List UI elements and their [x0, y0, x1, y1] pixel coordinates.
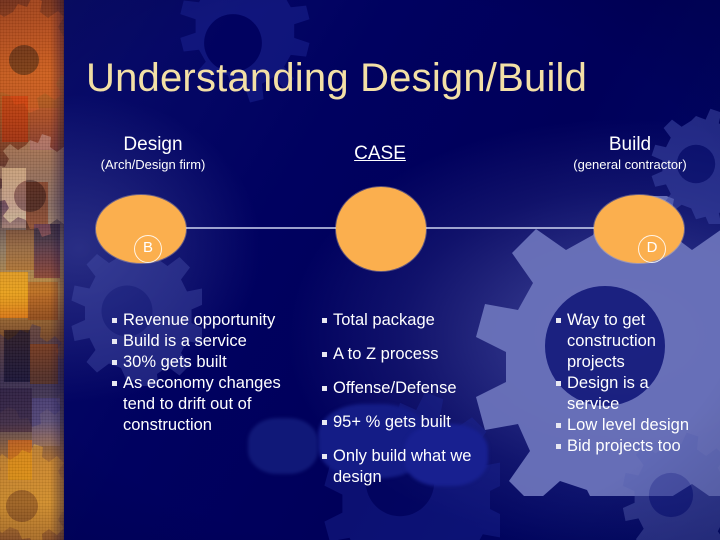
node-badge-b: B: [134, 235, 162, 263]
list-item: A to Z process: [322, 344, 502, 365]
bullet-column-case: Total package A to Z process Offense/Def…: [322, 310, 502, 501]
slide-title: Understanding Design/Build: [86, 56, 588, 100]
node-badge-d: D: [638, 235, 666, 263]
list-item: Offense/Defense: [322, 378, 502, 399]
list-item: 95+ % gets built: [322, 412, 502, 433]
diagram-node-circle-case: [336, 187, 426, 271]
node-subheading-label: (Arch/Design firm): [100, 157, 206, 172]
list-item: 30% gets built: [112, 352, 284, 373]
list-item: Revenue opportunity: [112, 310, 284, 331]
decorative-side-border: [0, 0, 64, 540]
bullet-list: Revenue opportunity Build is a service 3…: [112, 310, 284, 436]
list-item: As economy changes tend to drift out of …: [112, 373, 284, 436]
node-heading-label: CASE: [354, 143, 406, 164]
node-heading-label: Build: [608, 134, 652, 155]
bullet-column-design: Revenue opportunity Build is a service 3…: [112, 310, 284, 436]
list-item: Build is a service: [112, 331, 284, 352]
presentation-slide: Understanding Design/Build Design (Arch/…: [0, 0, 720, 540]
list-item: Only build what we design: [322, 446, 502, 488]
node-subheading-label: (general contractor): [573, 157, 687, 172]
list-item: Way to get construction projects: [556, 310, 694, 373]
diagram-node-heading-build: Build (general contractor): [540, 134, 720, 173]
list-item: Low level design: [556, 415, 694, 436]
diagram-node-heading-design: Design (Arch/Design firm): [60, 134, 246, 173]
list-item: Design is a service: [556, 373, 694, 415]
bullet-column-build: Way to get construction projects Design …: [556, 310, 694, 457]
border-edge-shadow: [0, 0, 64, 540]
node-heading-label: Design: [123, 134, 183, 155]
list-item: Bid projects too: [556, 436, 694, 457]
list-item: Total package: [322, 310, 502, 331]
bullet-list: Way to get construction projects Design …: [556, 310, 694, 457]
bullet-list: Total package A to Z process Offense/Def…: [322, 310, 502, 488]
diagram-node-heading-case: CASE: [290, 143, 470, 165]
